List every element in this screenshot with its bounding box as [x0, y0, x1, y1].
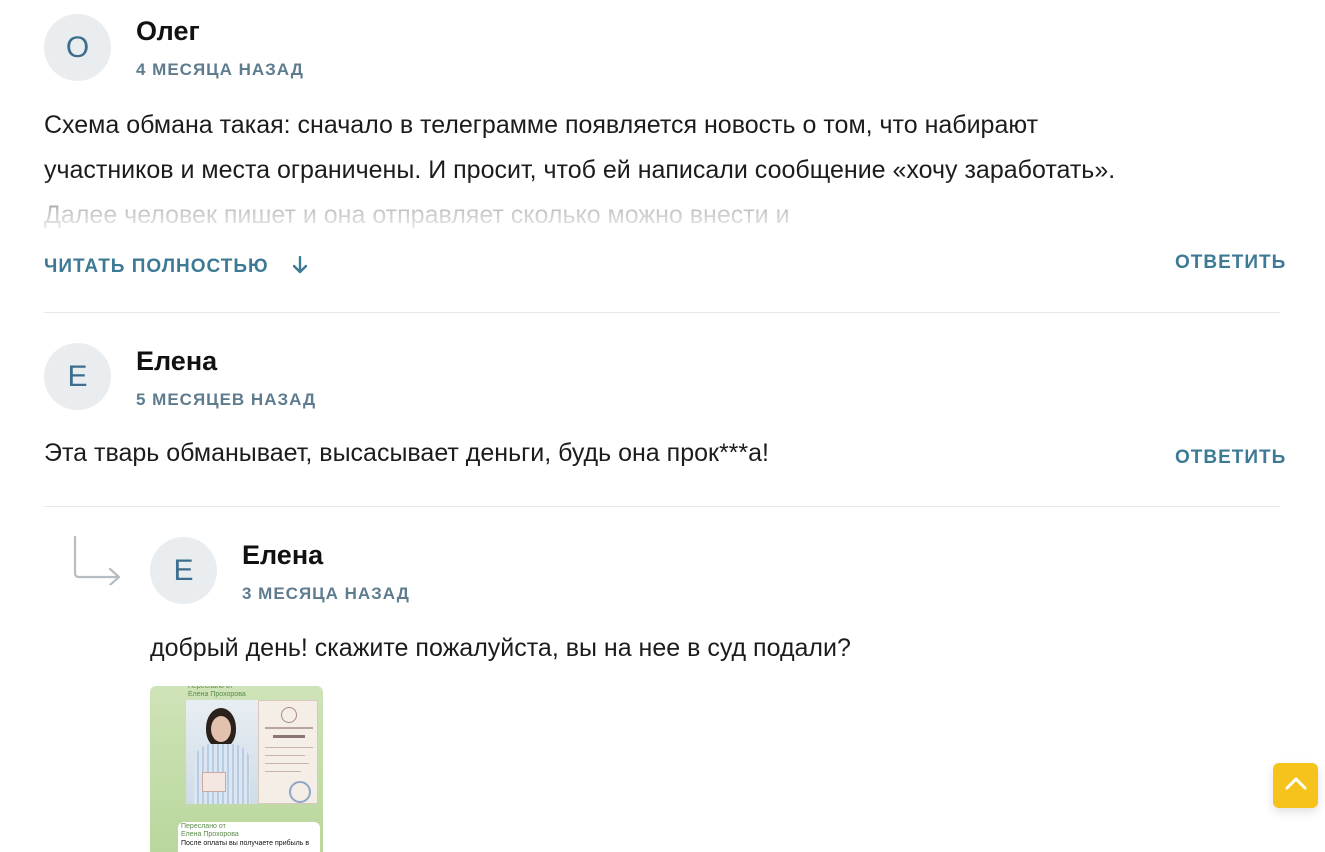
- comment-author: Олег: [136, 16, 200, 46]
- bubble-caption: После оплаты вы получаете прибыль в: [181, 840, 310, 847]
- comment-text: Схема обмана такая: сначало в телеграмме…: [44, 111, 1116, 229]
- scroll-to-top-button[interactable]: [1273, 763, 1318, 808]
- comment-text: Эта тварь обманывает, высасывает деньги,…: [44, 439, 769, 467]
- read-more-button[interactable]: ЧИТАТЬ ПОЛНОСТЬЮ: [44, 255, 308, 280]
- certificate-document: [258, 700, 318, 804]
- comment-date: 5 МЕСЯЦЕВ НАЗАД: [136, 390, 317, 409]
- avatar: Е: [44, 343, 111, 410]
- avatar-initial: Е: [67, 359, 88, 393]
- avatar: О: [44, 14, 111, 81]
- arrow-down-icon: [292, 255, 308, 280]
- comment-date: 4 МЕСЯЦА НАЗАД: [136, 60, 304, 79]
- avatar-initial: О: [65, 30, 90, 64]
- comment-text: добрый день! скажите пожалуйста, вы на н…: [150, 634, 851, 662]
- reply-button[interactable]: ОТВЕТИТЬ: [1175, 252, 1286, 274]
- chat-message-bubble: Переслано от Елена Прохорова После оплат…: [178, 822, 320, 852]
- forwarded-label: Переслано от: [188, 686, 233, 690]
- comment-author: Елена: [136, 346, 218, 376]
- forwarded-name: Елена Прохорова: [188, 691, 246, 698]
- avatar: Е: [150, 537, 217, 604]
- avatar-initial: Е: [173, 553, 194, 587]
- person-photo: [186, 700, 258, 804]
- comment-attachment-image[interactable]: Переслано от Елена Прохорова Переслано о…: [150, 686, 323, 852]
- comment-author: Елена: [242, 540, 324, 570]
- read-more-label: ЧИТАТЬ ПОЛНОСТЬЮ: [44, 256, 269, 277]
- comment-divider: [44, 506, 1280, 507]
- comment-date: 3 МЕСЯЦА НАЗАД: [242, 584, 410, 603]
- bubble-forwarded-name: Елена Прохорова: [181, 831, 239, 838]
- comment-divider: [44, 312, 1280, 313]
- bubble-forwarded-label: Переслано от: [181, 823, 226, 830]
- chevron-up-icon: [1285, 776, 1307, 795]
- reply-arrow-icon: [70, 535, 124, 590]
- reply-button[interactable]: ОТВЕТИТЬ: [1175, 447, 1286, 469]
